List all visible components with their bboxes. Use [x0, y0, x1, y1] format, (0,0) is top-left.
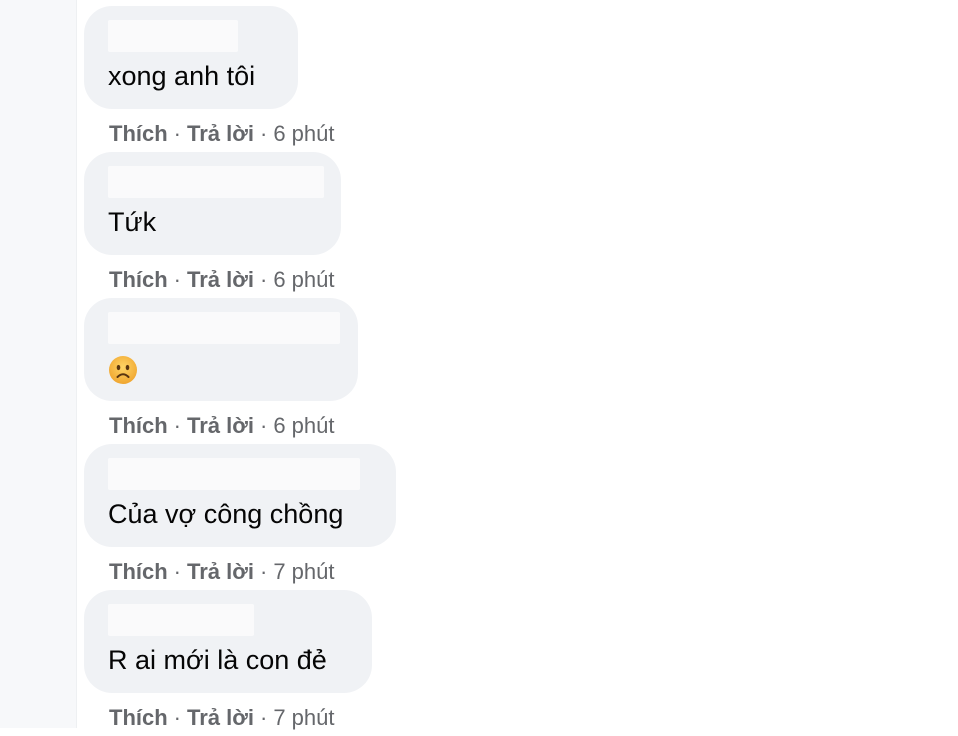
like-link[interactable]: Thích — [109, 121, 168, 146]
comment-text: xong anh tôi — [108, 61, 256, 91]
comment-item: xong anh tôi Thích · Trả lời · 6 phút — [84, 6, 396, 152]
separator: · — [260, 559, 268, 584]
reply-link[interactable]: Trả lời — [187, 559, 254, 584]
separator: · — [260, 121, 268, 146]
redacted-author-name — [108, 166, 324, 198]
comment-actions: Thích · Trả lời · 6 phút — [84, 267, 396, 293]
comment-bubble[interactable]: Tứk — [84, 152, 341, 255]
left-sidebar-strip — [0, 0, 77, 728]
like-link[interactable]: Thích — [109, 705, 168, 730]
comment-timestamp[interactable]: 6 phút — [273, 267, 334, 292]
redacted-author-name — [108, 312, 340, 344]
comment-text — [108, 351, 334, 385]
like-link[interactable]: Thích — [109, 559, 168, 584]
reply-link[interactable]: Trả lời — [187, 705, 254, 730]
comment-bubble[interactable]: xong anh tôi — [84, 6, 298, 109]
reply-link[interactable]: Trả lời — [187, 413, 254, 438]
separator: · — [173, 413, 181, 438]
reply-link[interactable]: Trả lời — [187, 267, 254, 292]
comment-timestamp[interactable]: 7 phút — [273, 559, 334, 584]
like-link[interactable]: Thích — [109, 413, 168, 438]
separator: · — [260, 705, 268, 730]
comment-text: Của vợ công chồng — [108, 499, 344, 529]
frowning-face-emoji-icon — [108, 355, 138, 385]
separator: · — [173, 267, 181, 292]
reply-link[interactable]: Trả lời — [187, 121, 254, 146]
separator: · — [173, 559, 181, 584]
comment-item: Tứk Thích · Trả lời · 6 phút — [84, 152, 396, 298]
separator: · — [260, 413, 268, 438]
comment-item: Thích · Trả lời · 6 phút — [84, 298, 396, 444]
separator: · — [173, 705, 181, 730]
like-link[interactable]: Thích — [109, 267, 168, 292]
redacted-author-name — [108, 604, 254, 636]
separator: · — [260, 267, 268, 292]
comment-bubble[interactable]: Của vợ công chồng — [84, 444, 396, 547]
redacted-author-name — [108, 20, 238, 52]
comment-actions: Thích · Trả lời · 7 phút — [84, 559, 396, 585]
comment-bubble[interactable]: R ai mới là con đẻ — [84, 590, 372, 693]
separator: · — [173, 121, 181, 146]
comment-bubble[interactable] — [84, 298, 358, 401]
comment-thread: xong anh tôi Thích · Trả lời · 6 phút Tứk Th… — [84, 6, 396, 736]
comment-item: Của vợ công chồng Thích · Trả lời · 7 phút — [84, 444, 396, 590]
comment-actions: Thích · Trả lời · 6 phút — [84, 121, 396, 147]
comment-text: R ai mới là con đẻ — [108, 645, 327, 675]
comment-actions: Thích · Trả lời · 7 phút — [84, 705, 396, 731]
comment-text: Tứk — [108, 207, 157, 237]
redacted-author-name — [108, 458, 360, 490]
comment-timestamp[interactable]: 6 phút — [273, 121, 334, 146]
comment-actions: Thích · Trả lời · 6 phút — [84, 413, 396, 439]
comment-timestamp[interactable]: 7 phút — [273, 705, 334, 730]
comment-timestamp[interactable]: 6 phút — [273, 413, 334, 438]
comment-item: R ai mới là con đẻ Thích · Trả lời · 7 phút — [84, 590, 396, 736]
